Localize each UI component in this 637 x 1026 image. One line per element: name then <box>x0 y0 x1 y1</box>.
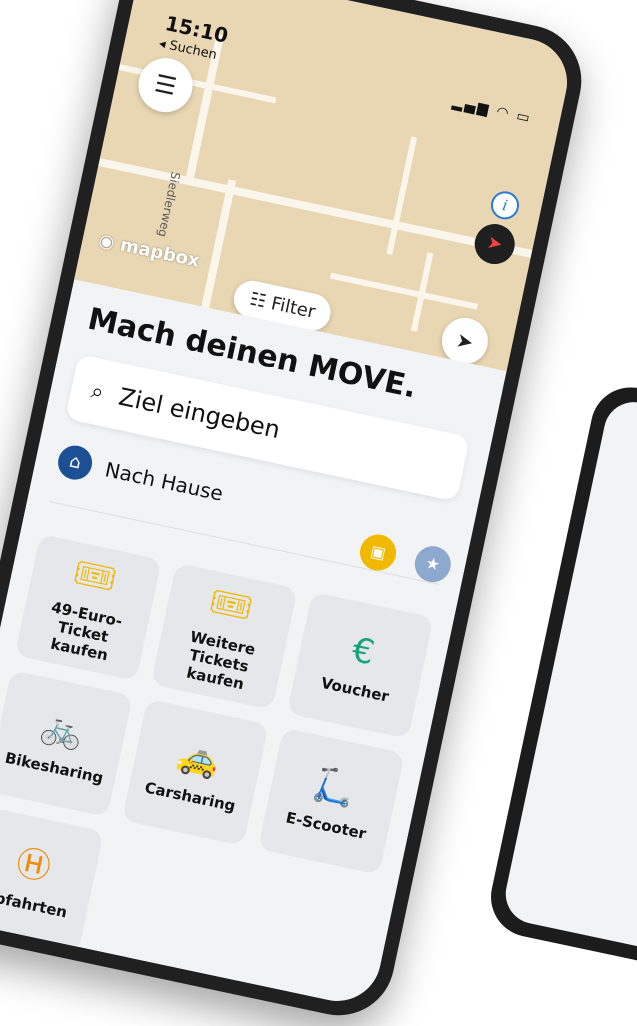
menu-button[interactable]: ☰ <box>133 53 198 118</box>
tile-bikesharing[interactable]: 🚲 Bikesharing <box>0 669 133 817</box>
mapbox-logo: ◉ mapbox <box>96 229 202 272</box>
home-icon: ⌂ <box>54 442 96 483</box>
sliders-icon: ☷ <box>247 288 268 313</box>
info-icon[interactable]: i <box>488 188 522 222</box>
ticket-icon: 🎟 <box>205 581 257 630</box>
tile-49-euro-ticket[interactable]: 🎟 49-Euro-Ticket kaufen <box>14 533 162 682</box>
search-icon: ⌕ <box>88 378 107 406</box>
search-placeholder: Ziel eingeben <box>116 382 283 445</box>
tile-carsharing[interactable]: 🚕 Carsharing <box>121 698 269 846</box>
status-system-icons: ▂▄▆ ◠ ▭ <box>450 94 534 127</box>
mapbox-mark-icon: ◉ <box>96 229 117 254</box>
tile-voucher[interactable]: € Voucher <box>286 591 434 739</box>
tile-departures[interactable]: Ⓗ Abfahrten <box>0 805 105 953</box>
bike-icon: 🚲 <box>37 705 88 754</box>
car-icon: 🚕 <box>173 734 224 783</box>
hamburger-icon: ☰ <box>152 69 179 102</box>
home-label: Nach Hause <box>102 457 226 506</box>
euro-coin-icon: € <box>348 629 378 674</box>
bottom-sheet: Mach deinen MOVE. ⌕ Ziel eingeben ⌂ Nach… <box>0 279 507 1010</box>
navigation-arrow-icon: ➤ <box>454 327 476 355</box>
compass-icon[interactable]: ➤ <box>470 220 519 268</box>
stop-h-icon: Ⓗ <box>12 842 55 889</box>
ticket-icon: 🎟 <box>69 552 121 601</box>
street-label: Siedlerweg <box>155 170 183 239</box>
tile-e-scooter[interactable]: 🛴 E-Scooter <box>257 727 405 875</box>
app-screen: 15:10 ◂ Suchen ▂▄▆ ◠ ▭ ☰ i ➤ Siedlerweg … <box>0 0 576 1010</box>
filter-label: Filter <box>269 293 318 323</box>
tile-further-tickets[interactable]: 🎟 Weitere Tickets kaufen <box>150 562 298 710</box>
secondary-phone <box>483 380 637 991</box>
scooter-icon: 🛴 <box>309 763 360 812</box>
home-shortcut[interactable]: ⌂ Nach Hause <box>54 442 226 510</box>
